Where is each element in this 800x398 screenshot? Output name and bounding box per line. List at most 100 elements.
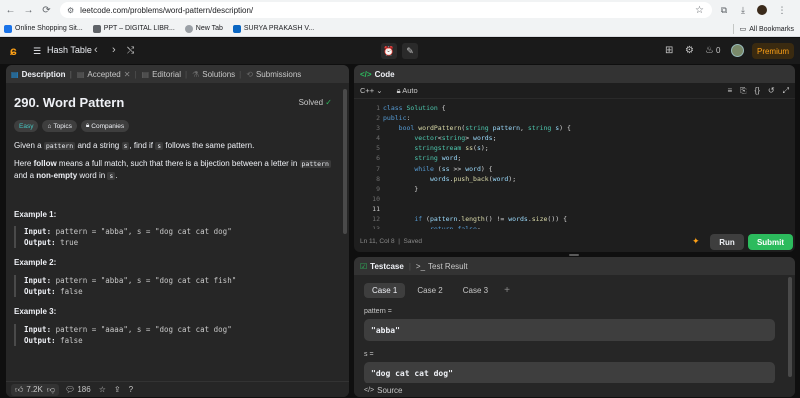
case-tabs: Case 1 Case 2 Case 3 + [364, 283, 510, 298]
leetcode-logo-icon[interactable]: ɕ [10, 44, 24, 58]
bookmark-item[interactable]: SURYA PRAKASH V... [232, 24, 314, 33]
globe-icon [184, 24, 193, 33]
favicon-icon [4, 24, 12, 33]
topics-tag[interactable]: ⌂ Topics [42, 120, 77, 132]
example-2-body: Input: pattern = "abba", s = "dog cat ca… [14, 275, 314, 297]
tab-solutions[interactable]: ⚗ Solutions | [192, 70, 241, 79]
submit-button[interactable]: Submit [748, 234, 793, 250]
thumbs-up-icon[interactable]: 👍︎ [15, 385, 23, 395]
param-s-input[interactable]: "dog cat cat dog" [364, 362, 775, 384]
site-info-icon[interactable]: ⚙ [67, 6, 74, 15]
help-icon[interactable]: ? [129, 385, 133, 394]
tab-description[interactable]: ▤ Description | [11, 70, 72, 79]
ai-assist-icon[interactable]: ✦ [692, 236, 700, 247]
code-icon: </> [360, 69, 372, 79]
streak-icon[interactable]: ♨ [705, 45, 714, 56]
share-icon[interactable]: ⇪ [114, 385, 121, 394]
source-code-icon: </> [364, 386, 375, 394]
problem-title[interactable]: 290. Word Pattern [14, 95, 336, 110]
reload-icon[interactable]: ⟳ [38, 2, 55, 19]
tab-editorial[interactable]: ▤ Editorial | [142, 70, 188, 79]
globe-icon [92, 24, 101, 33]
braces-icon[interactable]: {} [755, 86, 760, 96]
testcase-footer: </> Source [354, 383, 795, 397]
testcase-scrollbar[interactable] [788, 277, 792, 377]
fullscreen-icon[interactable]: ⤢ [783, 86, 789, 96]
bookmark-icon[interactable]: ⎘ [740, 86, 746, 96]
back-arrow-icon[interactable]: ← [2, 2, 19, 19]
problem-list-title[interactable]: Hash Table [47, 45, 92, 55]
bookmark-star-icon[interactable]: ☆ [695, 5, 704, 16]
comment-icon: 💬︎ [64, 385, 76, 394]
profile-icon[interactable] [754, 2, 770, 18]
extensions-icon[interactable]: ⧉ [716, 2, 732, 18]
auto-mode[interactable]: 🔒︎ Auto [397, 86, 418, 96]
next-problem-icon[interactable]: › [112, 44, 116, 56]
code-editor[interactable]: 1 2 3 4 5 6 7 8 9 10 11 12 13 class Solu… [354, 103, 795, 229]
problem-tags: Easy ⌂ Topics 🔒︎ Companies [14, 120, 133, 132]
param-s-label: s = [364, 351, 374, 358]
bookmark-item[interactable]: New Tab [184, 24, 223, 33]
bookmark-item[interactable]: Online Shopping Sit... [4, 24, 83, 33]
streak-count: 0 [716, 46, 721, 55]
leetcode-navbar: ɕ ☰ Hash Table ‹ › ⤭ ⏰ ✎ ⊞ ⚙ ♨ 0 Premium [0, 38, 800, 64]
avatar[interactable] [731, 44, 744, 57]
problem-list-icon[interactable]: ☰ [33, 46, 41, 57]
star-icon[interactable]: ☆ [99, 385, 106, 394]
tab-submissions[interactable]: ⟲ Submissions [246, 70, 301, 79]
premium-button[interactable]: Premium [752, 43, 794, 59]
accepted-icon: ▤ [76, 69, 85, 79]
reset-icon[interactable]: ↺ [768, 86, 775, 96]
like-dislike-group: 👍︎ 7.2K 👎︎ [11, 383, 59, 396]
problem-header: 290. Word Pattern Solved ✓ Easy ⌂ Topics … [14, 95, 336, 132]
settings-icon[interactable]: ⚙ [685, 45, 694, 56]
example-3-body: Input: pattern = "aaaa", s = "dog cat ca… [14, 324, 314, 346]
case-tab-1[interactable]: Case 1 [364, 283, 406, 298]
description-footer: 👍︎ 7.2K 👎︎ 💬︎ 186 ☆ ⇪ ? [6, 381, 349, 397]
solved-status: Solved ✓ [298, 98, 332, 107]
format-icon[interactable]: ≡ [727, 86, 732, 96]
comments-button[interactable]: 💬︎ 186 [65, 385, 91, 394]
terminal-icon: >_ [415, 261, 426, 271]
lock-icon: 🔒︎ [396, 85, 401, 95]
editor-status: Ln 11, Col 8 | Saved [360, 238, 422, 245]
linkedin-icon [232, 24, 241, 33]
browser-toolbar: ← → ⟳ ⚙ leetcode.com/problems/word-patte… [0, 0, 800, 21]
layout-icon[interactable]: ⊞ [665, 45, 673, 56]
checkbox-icon: ☑ [360, 261, 368, 271]
thumbs-down-icon[interactable]: 👎︎ [47, 385, 55, 395]
prev-problem-icon[interactable]: ‹ [94, 44, 98, 56]
bookmark-item[interactable]: PPT – DIGITAL LIBR... [92, 24, 175, 33]
browser-menu-icon[interactable]: ⋮ [774, 2, 790, 18]
address-bar[interactable]: ⚙ leetcode.com/problems/word-pattern/des… [60, 2, 712, 18]
tab-accepted[interactable]: ▤ Accepted ✕ | [77, 70, 137, 79]
case-tab-3[interactable]: Case 3 [455, 283, 496, 298]
case-tab-2[interactable]: Case 2 [409, 283, 450, 298]
forward-arrow-icon[interactable]: → [20, 2, 37, 19]
source-code: class Solution { public: bool wordPatter… [383, 104, 571, 229]
tab-testcase[interactable]: Testcase [370, 262, 404, 271]
param-pattern-input[interactable]: "abba" [364, 319, 775, 341]
run-button[interactable]: Run [710, 234, 744, 250]
timer-icon[interactable]: ⏰ [381, 43, 397, 59]
check-circle-icon: ✓ [325, 98, 332, 107]
problem-statement-2: Here follow means a full match, such tha… [14, 159, 331, 180]
language-select[interactable]: C++ ⌄ [360, 86, 383, 95]
description-tabs: ▤ Description | ▤ Accepted ✕ | ▤ Editorial | ⚗ S… [6, 65, 349, 83]
all-bookmarks[interactable]: ▭ All Bookmarks [732, 24, 794, 34]
source-link[interactable]: Source [377, 386, 402, 395]
add-case-icon[interactable]: + [504, 285, 510, 296]
code-header: </> Code [354, 65, 795, 83]
tab-test-result[interactable]: Test Result [428, 262, 468, 271]
difficulty-badge[interactable]: Easy [14, 120, 39, 132]
notes-icon[interactable]: ✎ [402, 43, 418, 59]
download-icon[interactable]: ⤓ [735, 2, 751, 18]
shuffle-icon[interactable]: ⤭ [127, 45, 134, 56]
example-1-heading: Example 1: [14, 210, 57, 219]
url-text: leetcode.com/problems/word-pattern/descr… [80, 5, 254, 15]
description-scrollbar[interactable] [343, 89, 347, 234]
line-numbers: 1 2 3 4 5 6 7 8 9 10 11 12 13 [372, 104, 380, 229]
close-icon[interactable]: ✕ [124, 70, 131, 79]
tag-icon: ⌂ [47, 122, 52, 130]
companies-tag[interactable]: 🔒︎ Companies [80, 120, 130, 132]
